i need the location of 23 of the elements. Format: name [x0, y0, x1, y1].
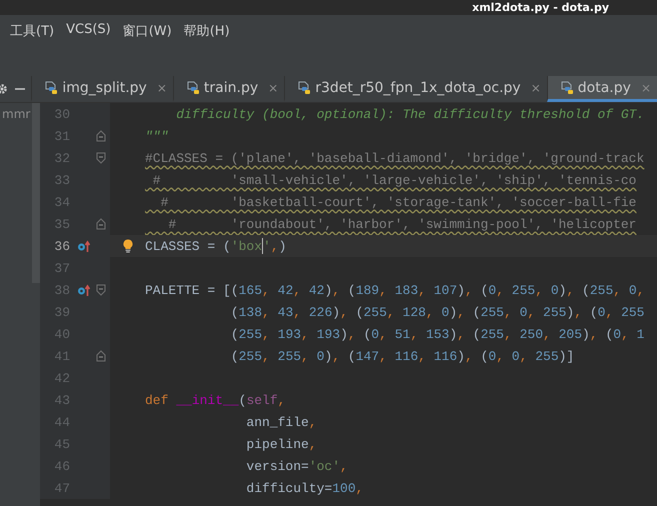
editor-tab[interactable]: dota.py ×: [546, 76, 657, 102]
code-line: CLASSES = ('box',): [145, 238, 286, 254]
code-line: #CLASSES = ('plane', 'baseball-diamond', 'bridge', 'ground-track: [145, 150, 644, 166]
menu-item[interactable]: 窗口(W): [122, 22, 172, 40]
code-line: # 'roundabout', 'harbor', 'swimming-pool', 'helicopter: [167, 216, 636, 232]
code-line: (138, 43, 226), (255, 128, 0), (255, 0, 255), (0, 255: [230, 304, 644, 320]
code-line: ann_file,: [245, 414, 317, 430]
code-line: """: [145, 128, 168, 144]
code-line: (255, 255, 0), (147, 116, 116), (0, 0, 255)]: [230, 348, 574, 364]
code-line: difficulty=100,: [245, 480, 364, 496]
code-line: difficulty (bool, optional): The difficulty threshold of GT.: [175, 106, 644, 122]
code-line: PALETTE = [(165, 42, 42), (189, 183, 107), (0, 255, 0), (255, 0,: [145, 282, 644, 298]
window-title: xml2dota.py - dota.py: [472, 0, 609, 15]
code-line: # 'basketball-court', 'storage-tank', 'soccer-ball-fie: [160, 194, 636, 210]
menu-item[interactable]: 工具(T): [10, 22, 54, 40]
menu-item[interactable]: 帮助(H): [184, 22, 230, 40]
code-line: (255, 193, 193), (0, 51, 153), (255, 250, 205), (0, 1: [230, 326, 644, 342]
code-line: pipeline,: [245, 436, 317, 452]
code-line: # 'small-vehicle', 'large-vehicle', 'ship', 'tennis-co: [152, 172, 636, 188]
menu-item[interactable]: VCS(S): [66, 22, 111, 37]
code-line: def __init__(self,: [145, 392, 286, 408]
line-number: 36: [53, 238, 70, 254]
code-line: version='oc',: [245, 458, 348, 474]
